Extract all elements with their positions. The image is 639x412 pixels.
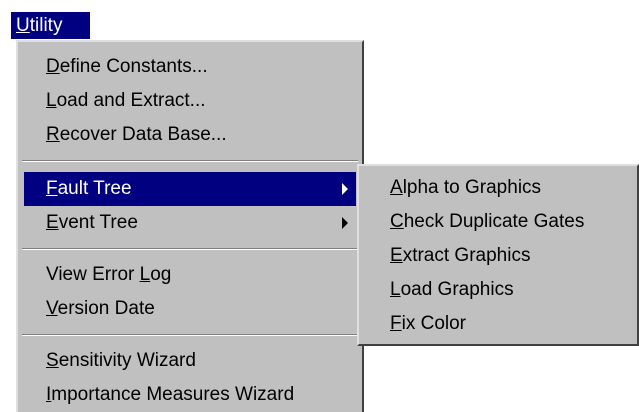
menu-item-importance-measures-wizard[interactable]: Importance Measures Wizard: [24, 378, 356, 412]
menu-item-event-tree[interactable]: Event Tree: [24, 206, 356, 240]
menu-item-fault-tree[interactable]: Fault Tree: [24, 172, 356, 206]
menu-item-accel: L: [390, 279, 401, 300]
menu-item-define-constants[interactable]: Define Constants...: [24, 50, 356, 84]
menu-item-sensitivity-wizard[interactable]: Sensitivity Wizard: [24, 344, 356, 378]
menu-item-accel: F: [390, 313, 402, 334]
menu-item-text: lpha to Graphics: [402, 177, 542, 198]
menu-item-accel: E: [390, 245, 403, 266]
submenu-item-load-graphics[interactable]: Load Graphics: [365, 272, 631, 308]
menu-item-text: ersion Date: [57, 298, 155, 319]
menu-item-text: xtract Graphics: [402, 245, 531, 266]
menu-item-text: ix Color: [401, 313, 467, 334]
menu-item-text: heck Duplicate Gates: [403, 211, 585, 232]
menu-utility-key: U: [16, 15, 30, 36]
menu-separator: [22, 160, 358, 162]
menu-item-text-pre: View Error: [46, 264, 140, 285]
menu-item-text: oad Graphics: [400, 279, 514, 300]
menu-item-accel: V: [46, 298, 58, 319]
menu-item-accel: L: [139, 264, 151, 285]
submenu-item-extract-graphics[interactable]: Extract Graphics: [365, 238, 631, 274]
menu-item-accel: D: [46, 56, 60, 77]
menu-item-accel: C: [390, 211, 404, 232]
menu-item-text: og: [150, 264, 172, 285]
menu-item-text: efine Constants...: [59, 56, 208, 77]
menu-item-recover-data-base[interactable]: Recover Data Base...: [24, 118, 356, 152]
menu-item-text: mportance Measures Wizard: [51, 384, 295, 405]
utility-menu: Define Constants... Load and Extract... …: [16, 40, 364, 412]
submenu-arrow-icon: [342, 183, 348, 195]
menu-item-text: ault Tree: [57, 178, 132, 199]
fault-tree-submenu: Alpha to Graphics Check Duplicate Gates …: [357, 164, 639, 346]
menu-utility[interactable]: Utility: [11, 12, 90, 39]
menu-item-text: oad and Extract...: [56, 90, 206, 111]
menu-item-text: ecover Data Base...: [59, 124, 227, 145]
menu-item-accel: F: [46, 178, 58, 199]
menu-separator: [22, 248, 358, 250]
menu-item-accel: S: [46, 350, 59, 371]
submenu-item-check-duplicate-gates[interactable]: Check Duplicate Gates: [365, 204, 631, 240]
menu-utility-post: tility: [29, 15, 63, 36]
menu-item-version-date[interactable]: Version Date: [24, 292, 356, 326]
menu-item-accel: L: [46, 90, 57, 111]
menu-item-accel: A: [390, 177, 403, 198]
menu-item-text: ensitivity Wizard: [58, 350, 196, 371]
menu-item-view-error-log[interactable]: View Error Log: [24, 258, 356, 292]
submenu-item-fix-color[interactable]: Fix Color: [365, 306, 631, 342]
submenu-item-alpha-to-graphics[interactable]: Alpha to Graphics: [365, 170, 631, 206]
menu-item-load-and-extract[interactable]: Load and Extract...: [24, 84, 356, 118]
menu-item-accel: R: [46, 124, 60, 145]
menu-separator: [22, 334, 358, 336]
menu-item-accel: E: [46, 212, 59, 233]
menu-item-text: vent Tree: [58, 212, 138, 233]
submenu-arrow-icon: [342, 217, 348, 229]
